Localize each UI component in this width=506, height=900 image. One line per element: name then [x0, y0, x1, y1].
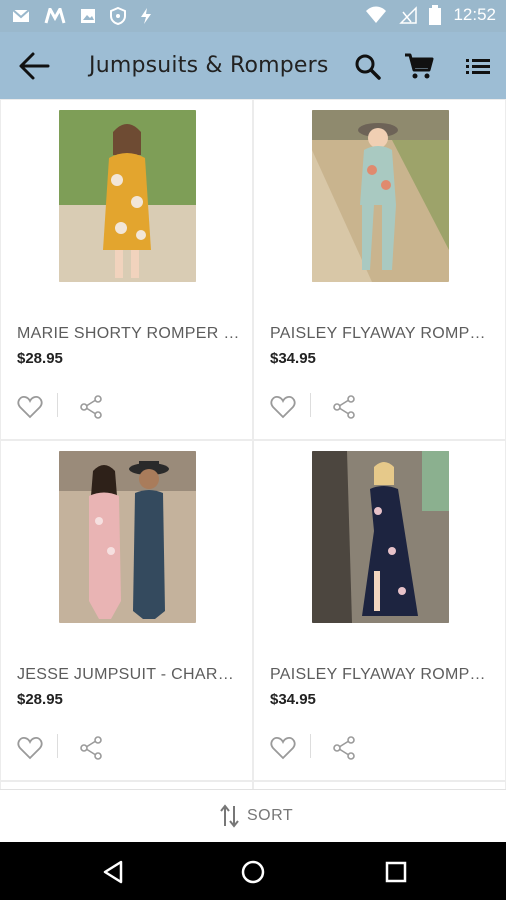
product-name[interactable]: MARIE SHORTY ROMPER - MUSTARD: [17, 325, 242, 343]
status-bar: 12:52: [0, 0, 506, 32]
action-divider: [57, 734, 58, 758]
no-signal-icon: [399, 6, 418, 24]
action-divider: [310, 393, 311, 417]
product-photo[interactable]: [59, 451, 196, 623]
nav-home-icon[interactable]: [240, 859, 266, 885]
flash-icon: [141, 8, 151, 24]
heart-icon[interactable]: [270, 395, 296, 419]
sort-label: SORT: [247, 807, 294, 824]
product-photo[interactable]: [59, 110, 196, 282]
heart-icon[interactable]: [17, 736, 43, 760]
clock: 12:52: [453, 5, 496, 24]
notification-icons: [12, 7, 152, 25]
product-grid: MARIE SHORTY ROMPER - MUSTARD $28.95 PAI…: [0, 99, 506, 789]
m-app-icon: [44, 8, 66, 24]
nav-back-icon[interactable]: [100, 859, 126, 885]
system-nav-bar: [0, 842, 506, 900]
product-price: $34.95: [270, 350, 316, 367]
product-card[interactable]: PAISLEY FLYAWAY ROMPER - NAVY $34.95: [254, 441, 505, 780]
product-name[interactable]: JESSE JUMPSUIT - CHARCOAL: [17, 666, 242, 684]
share-icon[interactable]: [79, 395, 103, 419]
back-arrow-icon[interactable]: [18, 50, 52, 82]
system-status: 12:52: [365, 5, 496, 25]
search-icon[interactable]: [353, 52, 383, 80]
heart-icon[interactable]: [270, 736, 296, 760]
product-name[interactable]: PAISLEY FLYAWAY ROMPER - NAVY: [270, 666, 495, 684]
share-icon[interactable]: [332, 395, 356, 419]
product-card-partial: [254, 782, 505, 789]
app-bar: Jumpsuits & Rompers: [0, 32, 506, 99]
nav-recents-icon[interactable]: [383, 859, 409, 885]
heart-icon[interactable]: [17, 395, 43, 419]
action-divider: [57, 393, 58, 417]
shield-icon: [110, 7, 126, 25]
list-icon[interactable]: [464, 52, 494, 80]
image-icon: [81, 9, 95, 23]
product-price: $28.95: [17, 691, 63, 708]
wifi-icon: [366, 6, 387, 23]
cart-icon[interactable]: [404, 52, 434, 80]
product-photo[interactable]: [312, 451, 449, 623]
sort-icon: [220, 804, 239, 828]
battery-icon: [429, 5, 442, 25]
product-photo[interactable]: [312, 110, 449, 282]
sort-button[interactable]: SORT: [219, 804, 293, 828]
product-price: $28.95: [17, 350, 63, 367]
mail-icon: [12, 9, 30, 22]
product-card-partial: [1, 782, 252, 789]
action-divider: [310, 734, 311, 758]
product-price: $34.95: [270, 691, 316, 708]
page-title: Jumpsuits & Rompers: [89, 53, 329, 78]
share-icon[interactable]: [332, 736, 356, 760]
product-card[interactable]: MARIE SHORTY ROMPER - MUSTARD $28.95: [1, 100, 252, 439]
product-card[interactable]: PAISLEY FLYAWAY ROMPER - MINT $34.95: [254, 100, 505, 439]
sort-bar: SORT: [0, 789, 506, 842]
product-name[interactable]: PAISLEY FLYAWAY ROMPER - MINT: [270, 325, 495, 343]
product-card[interactable]: JESSE JUMPSUIT - CHARCOAL $28.95: [1, 441, 252, 780]
share-icon[interactable]: [79, 736, 103, 760]
